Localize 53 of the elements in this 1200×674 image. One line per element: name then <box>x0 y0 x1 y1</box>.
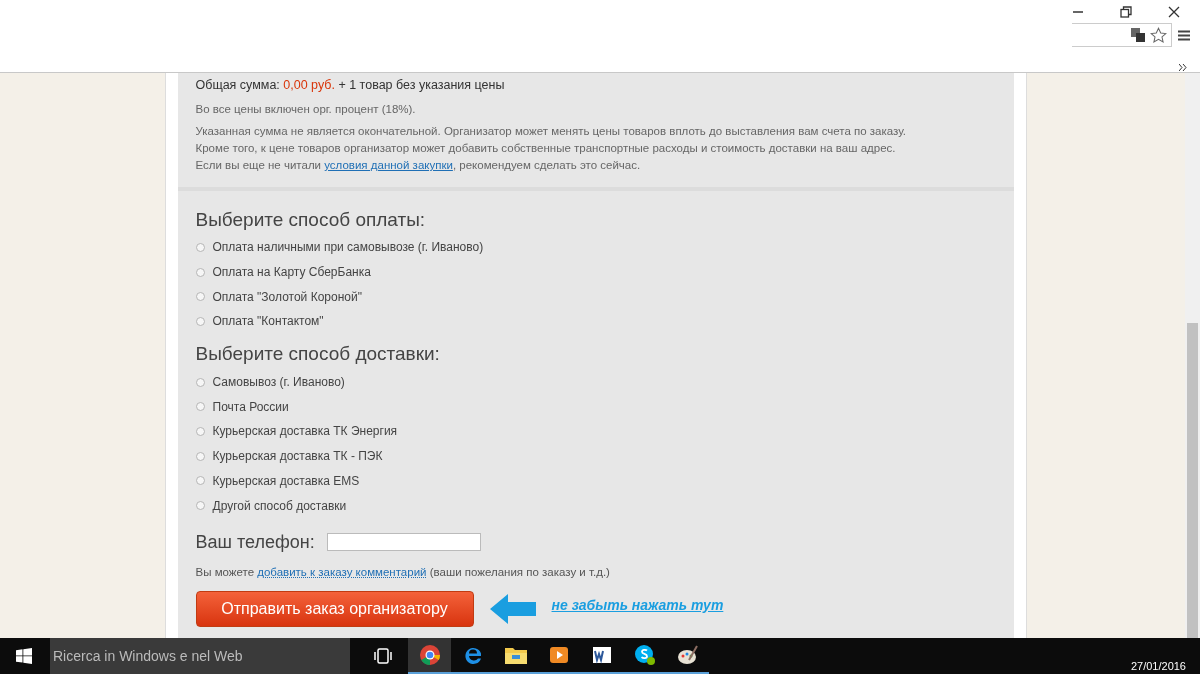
comment-link[interactable]: добавить к заказу комментарий <box>257 565 427 578</box>
section-heading: Выберите способ оплаты: <box>195 209 427 231</box>
menu-icon[interactable] <box>1178 29 1190 41</box>
search-field[interactable]: Ricerca in Windows e nel Web <box>50 638 350 674</box>
option-label: Курьерская доставка ТК - ПЭК <box>212 449 383 464</box>
radio-button[interactable] <box>195 426 205 436</box>
option-label: Почта России <box>212 399 289 414</box>
option-label: Другой способ доставки <box>212 498 347 513</box>
media-player-icon[interactable] <box>548 645 569 665</box>
option-label: Оплата наличными при самовывозе (г. Иваново) <box>212 240 484 255</box>
option-label: Курьерская доставка EMS <box>212 473 360 488</box>
option-label: Курьерская доставка ТК Энергия <box>212 424 398 439</box>
browser-icon[interactable] <box>418 644 441 666</box>
radio-button[interactable] <box>195 402 205 412</box>
chat-s-icon[interactable] <box>633 644 656 666</box>
restore-icon[interactable] <box>1120 6 1132 18</box>
windows-logo-icon[interactable] <box>16 648 32 664</box>
chevron-icon[interactable] <box>1179 64 1187 71</box>
radio-button[interactable] <box>195 292 205 302</box>
radio-button[interactable] <box>195 316 205 326</box>
browser-e-icon[interactable] <box>462 645 483 665</box>
reminder-link[interactable]: не забыть нажать тут <box>551 596 724 613</box>
disclaimer-text: Указанная сумма не является окончательной. Организатор может менять цены товаров вплоть до выставления вам счета по заказу. <box>195 124 907 139</box>
radio-button[interactable] <box>195 377 205 387</box>
phone-input[interactable] <box>326 533 481 552</box>
option-label: Самовывоз (г. Иваново) <box>212 375 345 390</box>
document-w-icon[interactable] <box>591 645 612 665</box>
scrollbar[interactable] <box>1185 73 1200 638</box>
option-label: Оплата на Карту СберБанка <box>212 265 371 280</box>
radio-button[interactable] <box>195 451 205 461</box>
option-label: Оплата "Золотой Короной" <box>212 289 362 304</box>
date-text: 27/01/2016 <box>1130 660 1186 672</box>
percent-note: Во все цены включен орг. процент (18%). <box>195 102 417 117</box>
star-icon[interactable] <box>1150 26 1167 44</box>
arrow-icon <box>489 593 536 624</box>
task-view-icon[interactable] <box>374 648 392 664</box>
section-heading: Выберите способ доставки: <box>195 342 441 365</box>
option-label: Оплата "Контактом" <box>212 314 324 329</box>
close-icon[interactable] <box>1168 6 1180 18</box>
folder-icon[interactable] <box>504 646 527 664</box>
radio-button[interactable] <box>195 242 205 252</box>
order-total: Общая сумма: 0,00 руб. + 1 товар без указания цены <box>195 78 506 92</box>
disclaimer-text: Кроме того, к цене товаров организатор может добавить собственные транспортные расходы и стоимость доставки на ваш адрес. <box>195 141 897 156</box>
palette-icon[interactable] <box>676 644 699 666</box>
comment-note: Вы можете добавить к заказу комментарий (ваши пожелания по заказу и т.д.) <box>195 565 611 578</box>
terms-note: Если вы еще не читали условия данной закупки, рекомендуем сделать это сейчас. <box>195 158 642 173</box>
radio-button[interactable] <box>195 501 205 511</box>
phone-label: Ваш телефон: <box>195 531 315 553</box>
submit-order-button[interactable]: Отправить заказ организатору <box>195 590 474 627</box>
radio-button[interactable] <box>195 267 205 277</box>
radio-button[interactable] <box>195 476 205 486</box>
address-bar[interactable] <box>1072 23 1172 47</box>
terms-link[interactable]: условия данной закупки <box>324 159 453 171</box>
